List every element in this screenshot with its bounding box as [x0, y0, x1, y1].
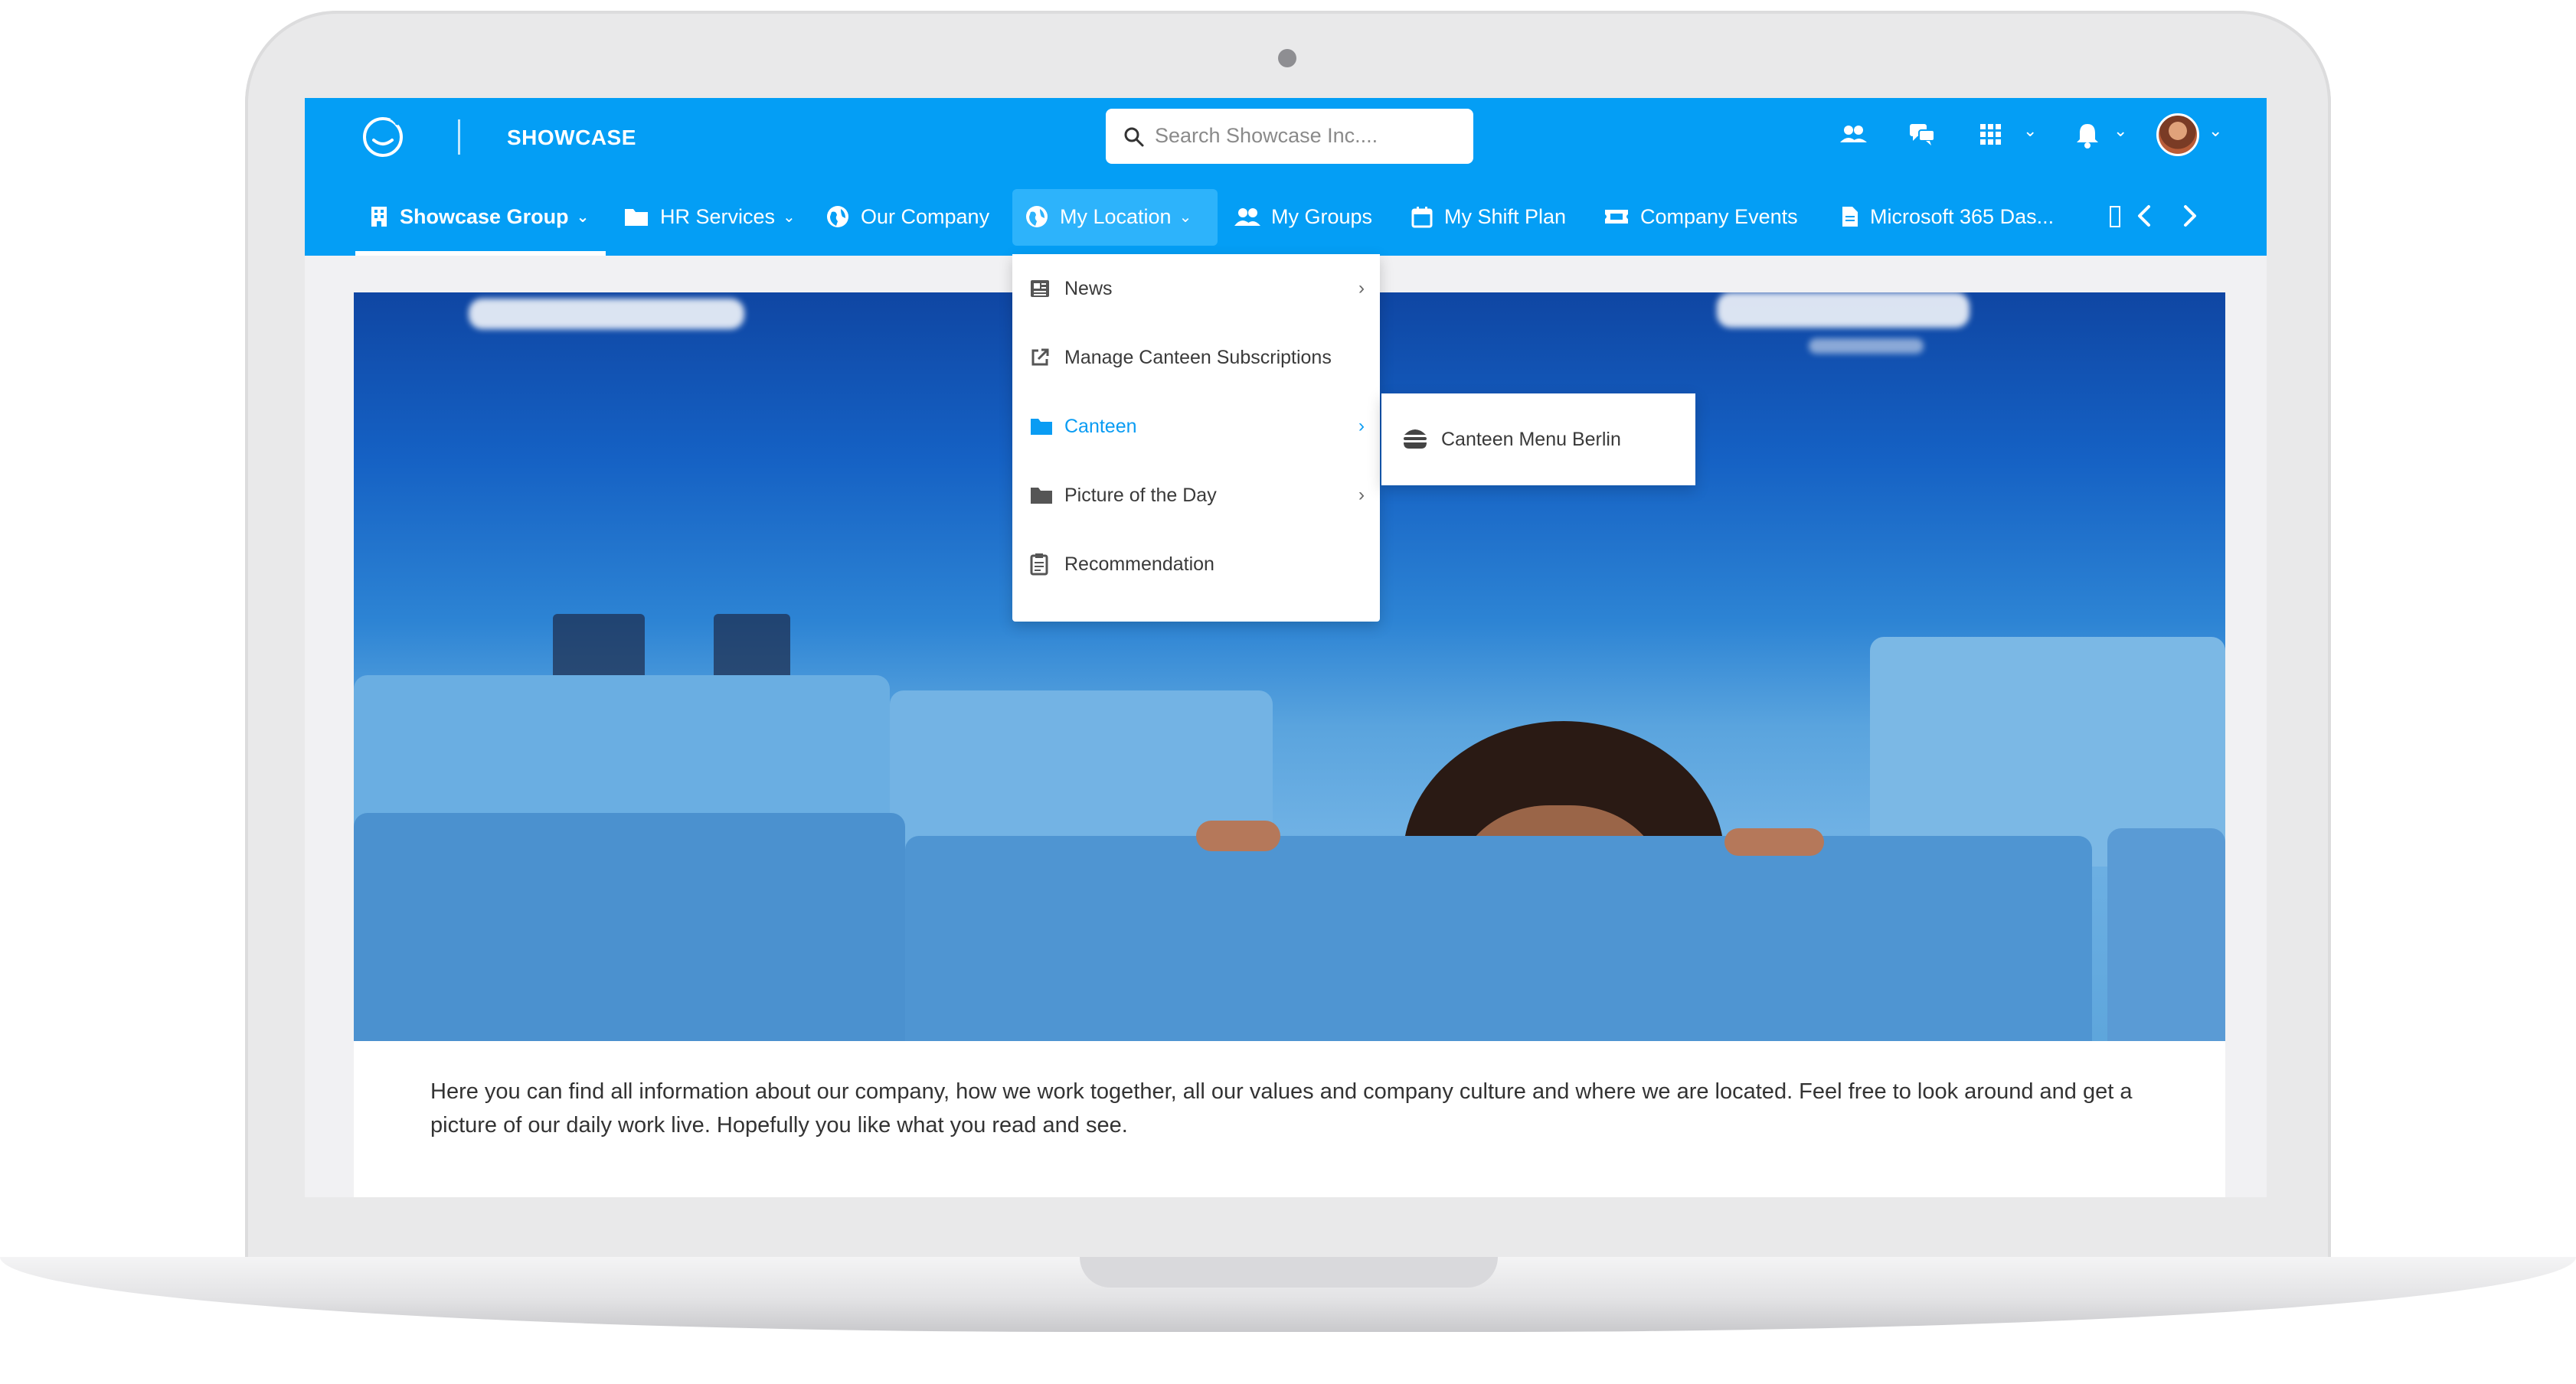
building-icon [371, 207, 387, 227]
folder-icon [1031, 488, 1052, 504]
nav-item-hr-services[interactable]: HR Services ⌄ [623, 188, 796, 245]
menu-item-label: Recommendation [1064, 553, 1214, 575]
nav-label: Microsoft 365 Das... [1870, 204, 2055, 228]
external-link-icon [1031, 348, 1049, 366]
nav-item-company-events[interactable]: Company Events [1603, 188, 1798, 245]
menu-item-label: Manage Canteen Subscriptions [1064, 346, 1332, 368]
search-input[interactable]: Search Showcase Inc.... [1155, 124, 1378, 148]
app-screen: SHOWCASE Search Showcase Inc.... ⌄ ⌄ ⌄ S… [305, 98, 2267, 1197]
document-icon [1842, 207, 1858, 227]
burger-icon [1404, 429, 1427, 449]
calendar-icon [1411, 207, 1433, 228]
nav-item-my-location[interactable]: My Location ⌄ [1025, 188, 1192, 245]
chevron-down-icon[interactable]: ⌄ [2023, 121, 2037, 141]
menu-item-label: News [1064, 277, 1113, 299]
chevron-right-icon: › [1358, 416, 1365, 436]
chat-icon[interactable] [1905, 118, 1939, 152]
nav-label: Our Company [861, 204, 990, 228]
document-icon [2110, 206, 2120, 227]
logo-divider [458, 119, 460, 155]
globe-icon [827, 206, 848, 227]
menu-item-recommendation[interactable]: Recommendation [1012, 530, 1380, 599]
nav-item-our-company[interactable]: Our Company [825, 188, 989, 245]
chevron-right-icon: › [1358, 485, 1365, 505]
bell-icon[interactable] [2071, 118, 2104, 152]
nav-active-indicator [355, 251, 606, 256]
intro-text: Here you can find all information about … [430, 1079, 2133, 1138]
chevron-down-icon[interactable]: ⌄ [2208, 121, 2222, 141]
nav-item-microsoft-365[interactable]: Microsoft 365 Das... [1841, 188, 2054, 245]
avatar[interactable] [2156, 113, 2199, 156]
laptop-camera [1278, 49, 1296, 67]
chevron-right-icon[interactable] [2181, 204, 2199, 228]
canteen-submenu: Canteen Menu Berlin [1381, 393, 1695, 485]
people-icon[interactable] [1836, 118, 1870, 152]
newspaper-icon [1031, 280, 1049, 297]
chevron-down-icon: ⌄ [783, 208, 796, 226]
menu-item-canteen-menu-berlin[interactable]: Canteen Menu Berlin [1381, 393, 1695, 485]
menu-item-news[interactable]: News › [1012, 254, 1380, 323]
globe-icon [1026, 206, 1048, 227]
submenu-item-label: Canteen Menu Berlin [1441, 429, 1621, 450]
search-icon [1124, 127, 1144, 147]
search-box[interactable]: Search Showcase Inc.... [1106, 109, 1473, 164]
nav-item-my-shift-plan[interactable]: My Shift Plan [1411, 188, 1566, 245]
chevron-down-icon: ⌄ [1178, 208, 1192, 226]
nav-label: My Shift Plan [1444, 204, 1567, 228]
nav-label: Showcase Group [400, 204, 569, 228]
nav-label: My Groups [1271, 204, 1373, 228]
menu-item-manage-canteen-subscriptions[interactable]: Manage Canteen Subscriptions [1012, 323, 1380, 392]
nav-label: My Location [1060, 204, 1172, 228]
nav-label: Company Events [1640, 204, 1798, 228]
my-location-dropdown: News › Manage Canteen Subscriptions Cant… [1012, 254, 1380, 622]
laptop-notch [1080, 1257, 1498, 1288]
menu-item-label: Canteen [1064, 415, 1137, 437]
folder-icon [1031, 419, 1052, 435]
menu-item-canteen[interactable]: Canteen › [1012, 392, 1380, 461]
logo-icon[interactable] [360, 113, 406, 158]
clipboard-icon [1030, 553, 1048, 576]
menu-item-picture-of-the-day[interactable]: Picture of the Day › [1012, 461, 1380, 530]
apps-grid-icon[interactable] [1974, 118, 2008, 152]
chevron-down-icon[interactable]: ⌄ [2113, 121, 2127, 141]
menu-item-label: Picture of the Day [1064, 484, 1217, 506]
nav-item-my-groups[interactable]: My Groups [1234, 188, 1372, 245]
app-name[interactable]: SHOWCASE [507, 126, 636, 150]
ticket-icon [1605, 210, 1628, 224]
chevron-down-icon: ⌄ [576, 208, 590, 226]
groups-icon [1234, 208, 1260, 226]
nav-item-showcase-group[interactable]: Showcase Group ⌄ [369, 188, 589, 245]
folder-icon [625, 209, 648, 226]
chevron-right-icon: › [1358, 278, 1365, 299]
nav-label: HR Services [660, 204, 776, 228]
chevron-left-icon[interactable] [2135, 204, 2153, 228]
